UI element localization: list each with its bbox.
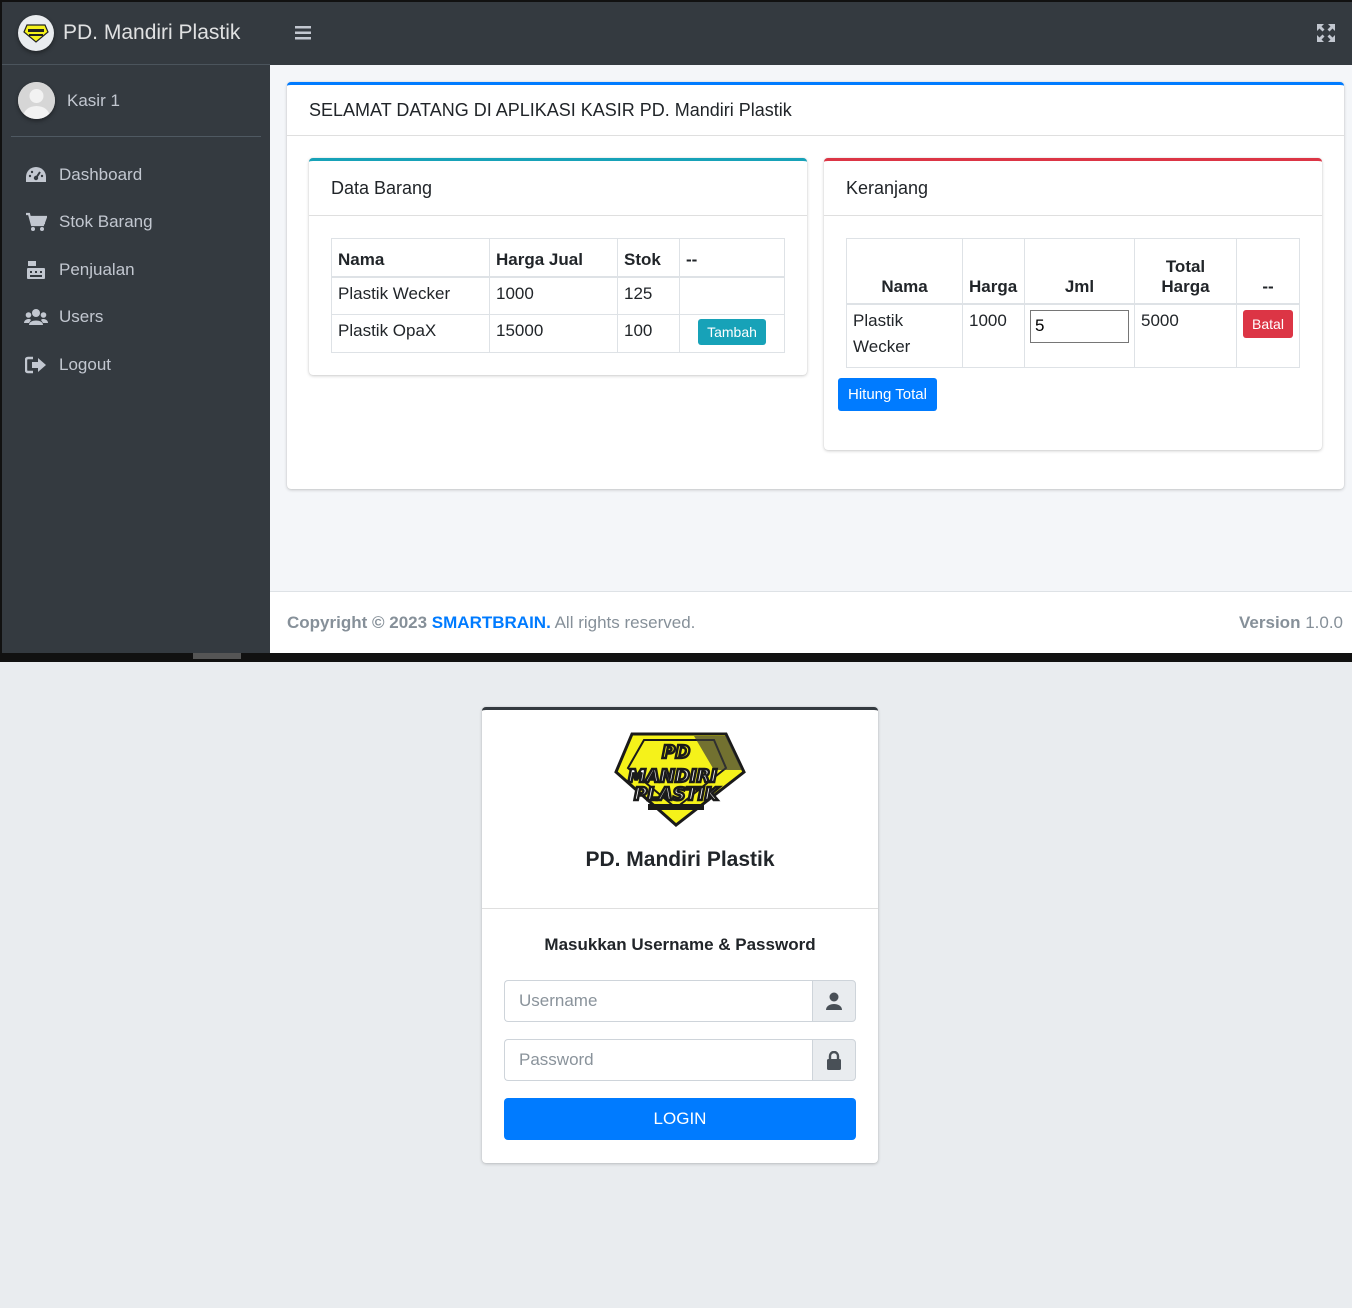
user-name: Kasir 1 — [67, 90, 120, 110]
password-input[interactable] — [504, 1039, 812, 1081]
data-barang-header: Data Barang — [309, 161, 807, 216]
table-row: Plastik OpaX 15000 100 Tambah — [331, 314, 785, 353]
data-barang-table: Nama Harga Jual Stok -- Plastik Wecker 1… — [331, 238, 785, 353]
content-wrapper: SELAMAT DATANG DI APLIKASI KASIR PD. Man… — [270, 65, 1352, 591]
cart-icon — [24, 210, 48, 234]
table-header-row: Nama Harga Jual Stok -- — [331, 238, 785, 278]
keranjang-title: Keranjang — [846, 177, 929, 198]
item-name: Plastik Wecker — [331, 276, 490, 315]
column-header: Nama — [846, 238, 963, 305]
sidebar-item-label: Dashboard — [59, 164, 143, 184]
sidebar-nav: Dashboard Stok Barang Penjualan Users Lo… — [2, 151, 270, 389]
company-logo: PD MANDIRI PLASTIK — [614, 730, 746, 828]
keranjang-card: Keranjang Nama Harga Jml Total Harga -- — [824, 158, 1322, 450]
table-row: Plastik Wecker 1000 5000 Batal — [846, 303, 1300, 368]
cart-item-name: Plastik Wecker — [846, 303, 963, 368]
cart-action-cell: Batal — [1236, 303, 1300, 368]
tambah-button[interactable]: Tambah — [698, 319, 766, 345]
column-header: Nama — [331, 238, 490, 278]
table-row: Plastik Wecker 1000 125 — [331, 276, 785, 315]
hitung-total-button[interactable]: Hitung Total — [838, 378, 937, 411]
item-stock: 100 — [617, 314, 680, 353]
welcome-card: SELAMAT DATANG DI APLIKASI KASIR PD. Man… — [287, 82, 1344, 489]
sidebar-item-label: Stok Barang — [59, 212, 153, 232]
login-card: PD MANDIRI PLASTIK PD. Mandiri Plastik M… — [482, 707, 878, 1163]
top-navbar — [270, 2, 1352, 65]
app-window: PD. Mandiri Plastik Kasir 1 Dashboard St… — [0, 0, 1352, 662]
sidebar-item-penjualan[interactable]: Penjualan — [2, 246, 270, 294]
welcome-title: SELAMAT DATANG DI APLIKASI KASIR PD. Man… — [309, 99, 792, 120]
footer-version: Version 1.0.0 — [1239, 613, 1343, 633]
item-action-cell: Tambah — [679, 314, 785, 353]
keranjang-header: Keranjang — [824, 161, 1322, 216]
copyright-text: Copyright © 2023 — [287, 613, 428, 632]
welcome-card-header: SELAMAT DATANG DI APLIKASI KASIR PD. Man… — [287, 85, 1344, 136]
brand-text: PD. Mandiri Plastik — [63, 21, 241, 44]
item-name: Plastik OpaX — [331, 314, 490, 353]
login-message: Masukkan Username & Password — [544, 935, 816, 954]
menu-toggle-icon[interactable] — [294, 23, 314, 43]
data-barang-title: Data Barang — [331, 177, 433, 198]
user-icon — [812, 980, 856, 1022]
cart-qty-input[interactable] — [1030, 309, 1129, 343]
logout-icon — [24, 353, 48, 377]
cart-qty-cell — [1024, 303, 1135, 368]
item-price: 1000 — [489, 276, 618, 315]
sidebar-scrollbar[interactable] — [193, 653, 241, 659]
logo-text-plastik: PLASTIK — [634, 784, 721, 805]
user-panel[interactable]: Kasir 1 — [11, 65, 261, 137]
dashboard-icon — [24, 163, 48, 187]
version-label: Version — [1239, 613, 1301, 632]
brand-logo — [18, 15, 54, 51]
login-page: PD MANDIRI PLASTIK PD. Mandiri Plastik M… — [0, 662, 1352, 1308]
lock-icon — [812, 1039, 856, 1081]
column-header: -- — [1236, 238, 1300, 305]
logo-text-pd: PD — [662, 742, 690, 763]
keranjang-table: Nama Harga Jml Total Harga -- Plastik We… — [846, 238, 1300, 368]
column-header: Total Harga — [1134, 238, 1237, 305]
column-header: Stok — [617, 238, 680, 278]
brand-link[interactable]: PD. Mandiri Plastik — [2, 2, 270, 65]
login-button[interactable]: LOGIN — [504, 1098, 856, 1140]
rights-text: All rights reserved. — [554, 613, 696, 632]
sidebar-item-users[interactable]: Users — [2, 294, 270, 342]
company-link[interactable]: SMARTBRAIN. — [432, 613, 551, 632]
cash-register-icon — [24, 258, 48, 282]
sidebar-item-label: Penjualan — [59, 259, 135, 279]
data-barang-card: Data Barang Nama Harga Jual Stok -- Plas — [309, 158, 807, 375]
table-header-row: Nama Harga Jml Total Harga -- — [846, 238, 1300, 305]
login-card-header: PD MANDIRI PLASTIK PD. Mandiri Plastik — [482, 710, 878, 909]
cart-item-price: 1000 — [962, 303, 1025, 368]
column-header: Harga — [962, 238, 1025, 305]
users-icon — [24, 305, 48, 329]
column-header: Jml — [1024, 238, 1135, 305]
username-input[interactable] — [504, 980, 812, 1022]
item-price: 15000 — [489, 314, 618, 353]
sidebar-item-dashboard[interactable]: Dashboard — [2, 151, 270, 199]
password-group — [504, 1039, 856, 1081]
column-header: Harga Jual — [489, 238, 618, 278]
version-number: 1.0.0 — [1305, 613, 1343, 632]
item-stock: 125 — [617, 276, 680, 315]
fullscreen-icon[interactable] — [1315, 22, 1337, 44]
sidebar-item-stok-barang[interactable]: Stok Barang — [2, 199, 270, 247]
sidebar-item-label: Logout — [59, 354, 111, 374]
cart-item-total: 5000 — [1134, 303, 1237, 368]
footer-copyright: Copyright © 2023 SMARTBRAIN. All rights … — [287, 613, 695, 633]
user-avatar — [18, 82, 55, 119]
column-header: -- — [679, 238, 785, 278]
login-title: PD. Mandiri Plastik — [585, 848, 775, 871]
batal-button[interactable]: Batal — [1243, 309, 1293, 338]
footer: Copyright © 2023 SMARTBRAIN. All rights … — [270, 591, 1352, 653]
sidebar-item-label: Users — [59, 307, 104, 327]
username-group — [504, 980, 856, 1022]
item-action-cell — [679, 276, 785, 315]
sidebar-item-logout[interactable]: Logout — [2, 341, 270, 389]
sidebar: PD. Mandiri Plastik Kasir 1 Dashboard St… — [2, 2, 270, 659]
